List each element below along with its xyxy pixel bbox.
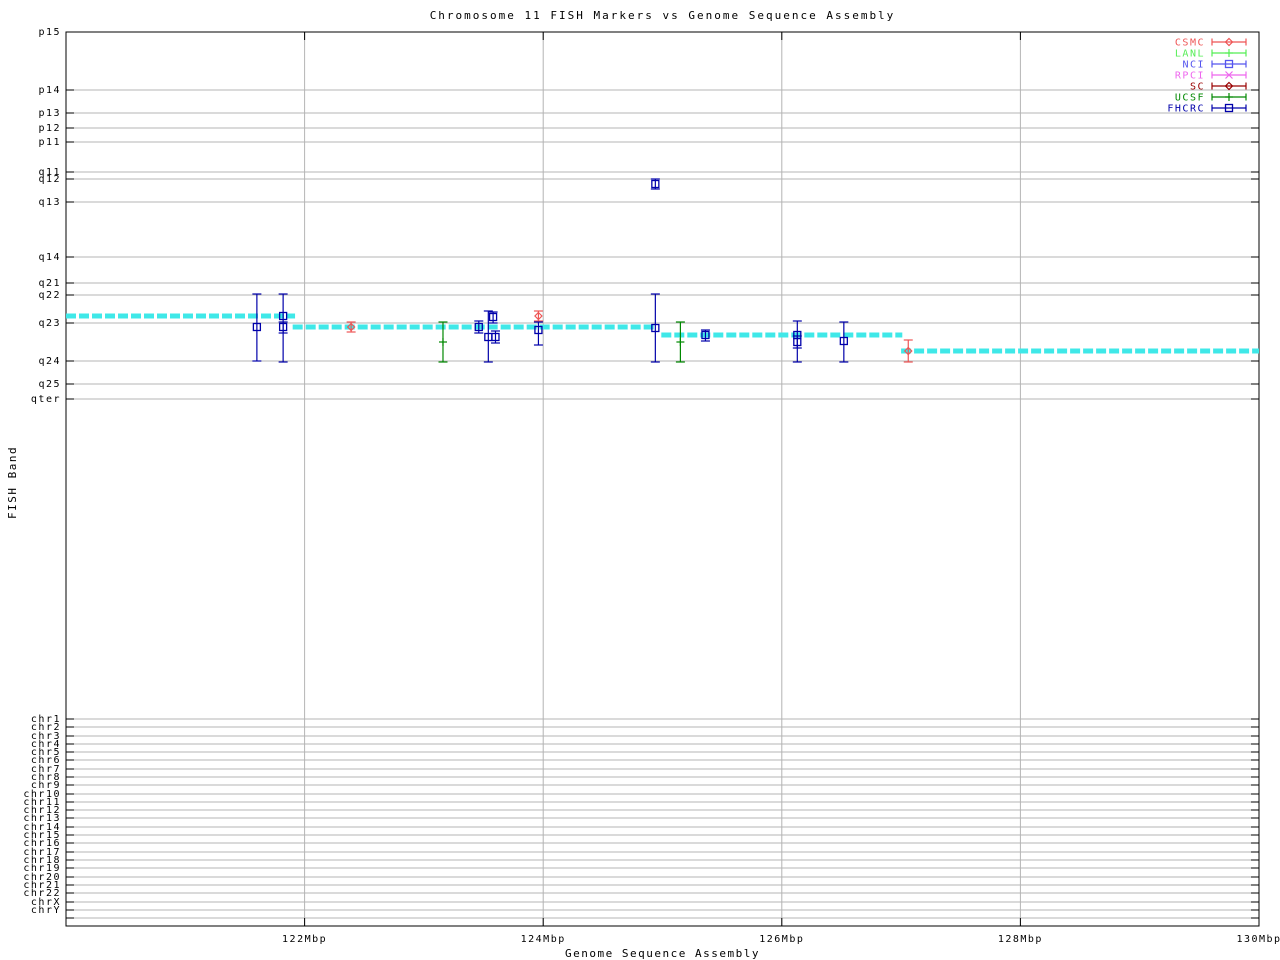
chart-title: Chromosome 11 FISH Markers vs Genome Seq… (429, 9, 896, 22)
legend-label-FHCRC: FHCRC (1167, 104, 1205, 115)
band-label-q21: q21 (38, 278, 61, 289)
x-tick-label-130Mbp: 130Mbp (1236, 934, 1280, 945)
band-label-q12: q12 (38, 174, 61, 185)
x-tick-label-124Mbp: 124Mbp (521, 934, 566, 945)
band-label-q23: q23 (38, 318, 61, 329)
plot-border (65, 31, 1260, 927)
band-label-q14: q14 (38, 252, 61, 263)
chart-page: Chromosome 11 FISH Markers vs Genome Seq… (0, 0, 1280, 960)
legend-label-LANL: LANL (1175, 49, 1205, 60)
band-label-p15: p15 (38, 27, 61, 38)
band-label-p14: p14 (38, 85, 61, 96)
legend-label-CSMC: CSMC (1175, 38, 1205, 49)
x-tick-label-128Mbp: 128Mbp (998, 934, 1043, 945)
band-label-q22: q22 (38, 290, 61, 301)
legend-label-SC: SC (1190, 82, 1205, 93)
x-axis-label: Genome Sequence Assembly (565, 947, 760, 960)
band-label-p13: p13 (38, 108, 61, 119)
legend-label-UCSF: UCSF (1175, 93, 1205, 104)
band-label-q13: q13 (38, 197, 61, 208)
legend-label-NCI: NCI (1182, 60, 1205, 71)
x-tick-label-126Mbp: 126Mbp (759, 934, 804, 945)
band-label-q24: q24 (38, 356, 61, 367)
x-tick-label-122Mbp: 122Mbp (282, 934, 327, 945)
band-label-qter: qter (31, 394, 61, 405)
band-label-p11: p11 (38, 137, 61, 148)
band-label-p12: p12 (38, 123, 61, 134)
band-label-chrY: chrY (31, 905, 61, 916)
band-label-q25: q25 (38, 379, 61, 390)
legend-label-RPCI: RPCI (1175, 71, 1205, 82)
y-axis-label: FISH Band (6, 445, 19, 519)
plot-area: p15p14p13p12p11q11q12q13q14q21q22q23q24q… (23, 27, 1280, 945)
